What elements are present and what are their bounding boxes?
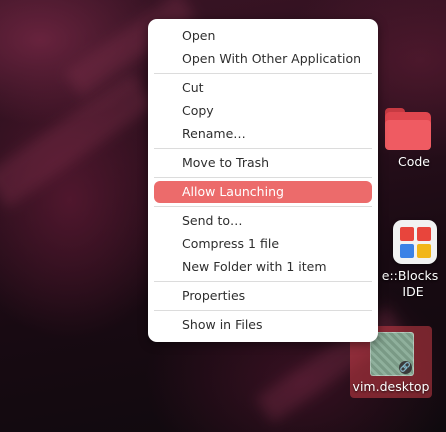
folder-icon: [379, 108, 431, 152]
menu-item-properties[interactable]: Properties: [154, 285, 372, 307]
desktop-icon-label[interactable]: vim.desktop: [350, 379, 432, 395]
menu-item-compress[interactable]: Compress 1 file: [154, 233, 372, 255]
desktop-icon-label: e::Blocks: [381, 268, 439, 283]
menu-separator: [154, 73, 372, 74]
menu-item-open-with[interactable]: Open With Other Application: [154, 48, 372, 70]
menu-item-copy[interactable]: Copy: [154, 100, 372, 122]
desktop-icon-label-line2: IDE: [402, 284, 424, 299]
menu-item-send-to[interactable]: Send to…: [154, 210, 372, 232]
context-menu: Open Open With Other Application Cut Cop…: [148, 19, 378, 342]
menu-item-rename[interactable]: Rename…: [154, 123, 372, 145]
menu-separator: [154, 148, 372, 149]
menu-separator: [154, 310, 372, 311]
menu-item-new-folder-with-item[interactable]: New Folder with 1 item: [154, 256, 372, 278]
vim-desktop-icon[interactable]: 🔗: [370, 332, 414, 376]
menu-item-open[interactable]: Open: [154, 25, 372, 47]
menu-separator: [154, 281, 372, 282]
link-icon: 🔗: [399, 361, 412, 374]
codeblocks-icon: [393, 220, 437, 264]
menu-item-cut[interactable]: Cut: [154, 77, 372, 99]
menu-separator: [154, 206, 372, 207]
menu-item-allow-launching[interactable]: Allow Launching: [154, 181, 372, 203]
menu-item-move-to-trash[interactable]: Move to Trash: [154, 152, 372, 174]
menu-item-show-in-files[interactable]: Show in Files: [154, 314, 372, 336]
desktop-icon-label: Code: [397, 154, 430, 169]
menu-separator: [154, 177, 372, 178]
